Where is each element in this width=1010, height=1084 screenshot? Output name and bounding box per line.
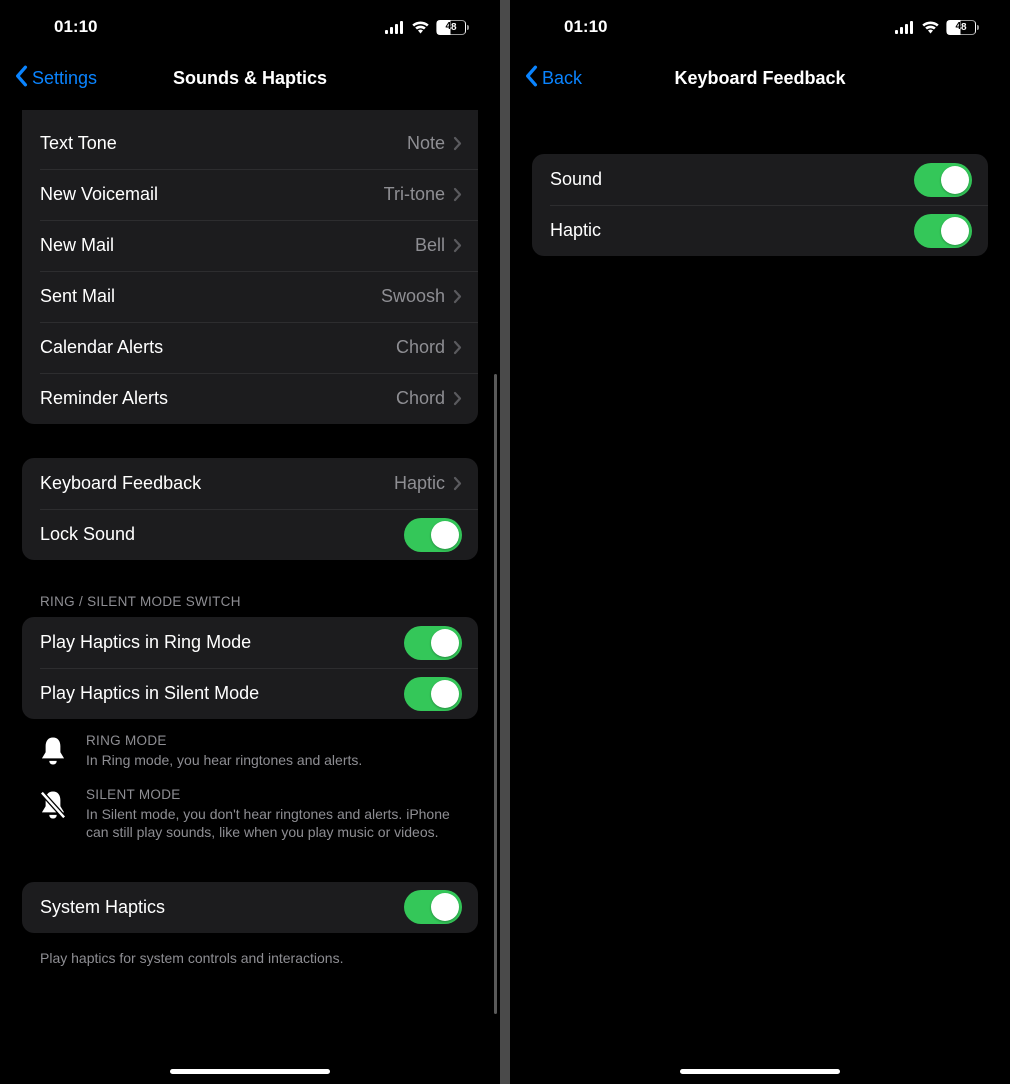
row-label: Play Haptics in Silent Mode <box>40 683 404 704</box>
row-sound: Sound <box>532 154 988 205</box>
chevron-right-icon <box>453 136 462 151</box>
lock-sound-toggle[interactable] <box>404 518 462 552</box>
wifi-icon <box>921 20 940 34</box>
row-label: Reminder Alerts <box>40 388 396 409</box>
row-new-voicemail[interactable]: New Voicemail Tri-tone <box>22 169 478 220</box>
system-haptics-footer: Play haptics for system controls and int… <box>0 941 500 968</box>
chevron-right-icon <box>453 289 462 304</box>
nav-bar: Back Keyboard Feedback <box>510 54 1010 102</box>
status-time: 01:10 <box>54 17 97 37</box>
info-title: RING MODE <box>86 733 460 748</box>
tones-group: Text Tone Note New Voicemail Tri-tone Ne… <box>22 110 478 424</box>
home-indicator[interactable] <box>680 1069 840 1074</box>
row-label: Lock Sound <box>40 524 404 545</box>
haptic-toggle[interactable] <box>914 214 972 248</box>
back-label: Settings <box>32 68 97 89</box>
system-haptics-toggle[interactable] <box>404 890 462 924</box>
row-system-haptics: System Haptics <box>22 882 478 933</box>
status-bar: 01:10 48 48 <box>0 0 500 54</box>
status-right: 48 48 <box>895 20 976 35</box>
row-value: Note <box>407 133 445 154</box>
sound-toggle[interactable] <box>914 163 972 197</box>
home-indicator[interactable] <box>170 1069 330 1074</box>
system-haptics-group: System Haptics <box>22 882 478 933</box>
row-label: Sent Mail <box>40 286 381 307</box>
row-label: New Mail <box>40 235 415 256</box>
phone-keyboard-feedback: 01:10 48 48 Back Keyboard Feedback So <box>510 0 1010 1084</box>
ring-mode-toggle[interactable] <box>404 626 462 660</box>
row-new-mail[interactable]: New Mail Bell <box>22 220 478 271</box>
status-right: 48 48 <box>385 20 466 35</box>
row-value: Tri-tone <box>384 184 445 205</box>
scroll-area[interactable]: Sound Haptic <box>510 102 1010 1084</box>
row-value: Chord <box>396 388 445 409</box>
row-haptics-silent-mode: Play Haptics in Silent Mode <box>22 668 478 719</box>
battery-icon: 48 48 <box>946 20 976 35</box>
bell-icon <box>36 733 70 767</box>
row-label: Text Tone <box>40 133 407 154</box>
bell-slash-icon <box>36 787 70 821</box>
chevron-left-icon <box>14 65 30 92</box>
keyboard-lock-group: Keyboard Feedback Haptic Lock Sound <box>22 458 478 560</box>
row-value: Bell <box>415 235 445 256</box>
status-bar: 01:10 48 48 <box>510 0 1010 54</box>
chevron-right-icon <box>453 187 462 202</box>
chevron-left-icon <box>524 65 540 92</box>
row-label: System Haptics <box>40 897 404 918</box>
info-desc: In Ring mode, you hear ringtones and ale… <box>86 751 460 769</box>
row-label: Haptic <box>550 220 914 241</box>
back-label: Back <box>542 68 582 89</box>
row-keyboard-feedback[interactable]: Keyboard Feedback Haptic <box>22 458 478 509</box>
row-label: Calendar Alerts <box>40 337 396 358</box>
chevron-right-icon <box>453 340 462 355</box>
back-button[interactable]: Settings <box>8 61 103 96</box>
row-reminder-alerts[interactable]: Reminder Alerts Chord <box>22 373 478 424</box>
row-lock-sound: Lock Sound <box>22 509 478 560</box>
row-label: Sound <box>550 169 914 190</box>
silent-mode-toggle[interactable] <box>404 677 462 711</box>
ring-silent-group: Play Haptics in Ring Mode Play Haptics i… <box>22 617 478 719</box>
phone-sounds-haptics: 01:10 48 48 Settings Sounds & Haptics <box>0 0 500 1084</box>
info-title: SILENT MODE <box>86 787 460 802</box>
row-value: Chord <box>396 337 445 358</box>
row-sent-mail[interactable]: Sent Mail Swoosh <box>22 271 478 322</box>
row-haptic: Haptic <box>532 205 988 256</box>
row-label: Keyboard Feedback <box>40 473 394 494</box>
row-value: Haptic <box>394 473 445 494</box>
ring-silent-header: RING / SILENT MODE SWITCH <box>0 594 500 617</box>
wifi-icon <box>411 20 430 34</box>
info-desc: In Silent mode, you don't hear ringtones… <box>86 805 460 841</box>
status-time: 01:10 <box>564 17 607 37</box>
row-text-tone[interactable]: Text Tone Note <box>22 118 478 169</box>
chevron-right-icon <box>453 391 462 406</box>
row-label: New Voicemail <box>40 184 384 205</box>
scroll-indicator[interactable] <box>494 374 497 1014</box>
row-value: Swoosh <box>381 286 445 307</box>
battery-icon: 48 48 <box>436 20 466 35</box>
ring-mode-info: RING MODE In Ring mode, you hear rington… <box>0 729 500 783</box>
cellular-icon <box>385 21 405 34</box>
scroll-area[interactable]: Text Tone Note New Voicemail Tri-tone Ne… <box>0 102 500 1084</box>
back-button[interactable]: Back <box>518 61 588 96</box>
row-calendar-alerts[interactable]: Calendar Alerts Chord <box>22 322 478 373</box>
silent-mode-info: SILENT MODE In Silent mode, you don't he… <box>0 783 500 855</box>
chevron-right-icon <box>453 238 462 253</box>
keyboard-feedback-group: Sound Haptic <box>532 154 988 256</box>
nav-bar: Settings Sounds & Haptics <box>0 54 500 102</box>
row-label: Play Haptics in Ring Mode <box>40 632 404 653</box>
cellular-icon <box>895 21 915 34</box>
chevron-right-icon <box>453 476 462 491</box>
row-haptics-ring-mode: Play Haptics in Ring Mode <box>22 617 478 668</box>
